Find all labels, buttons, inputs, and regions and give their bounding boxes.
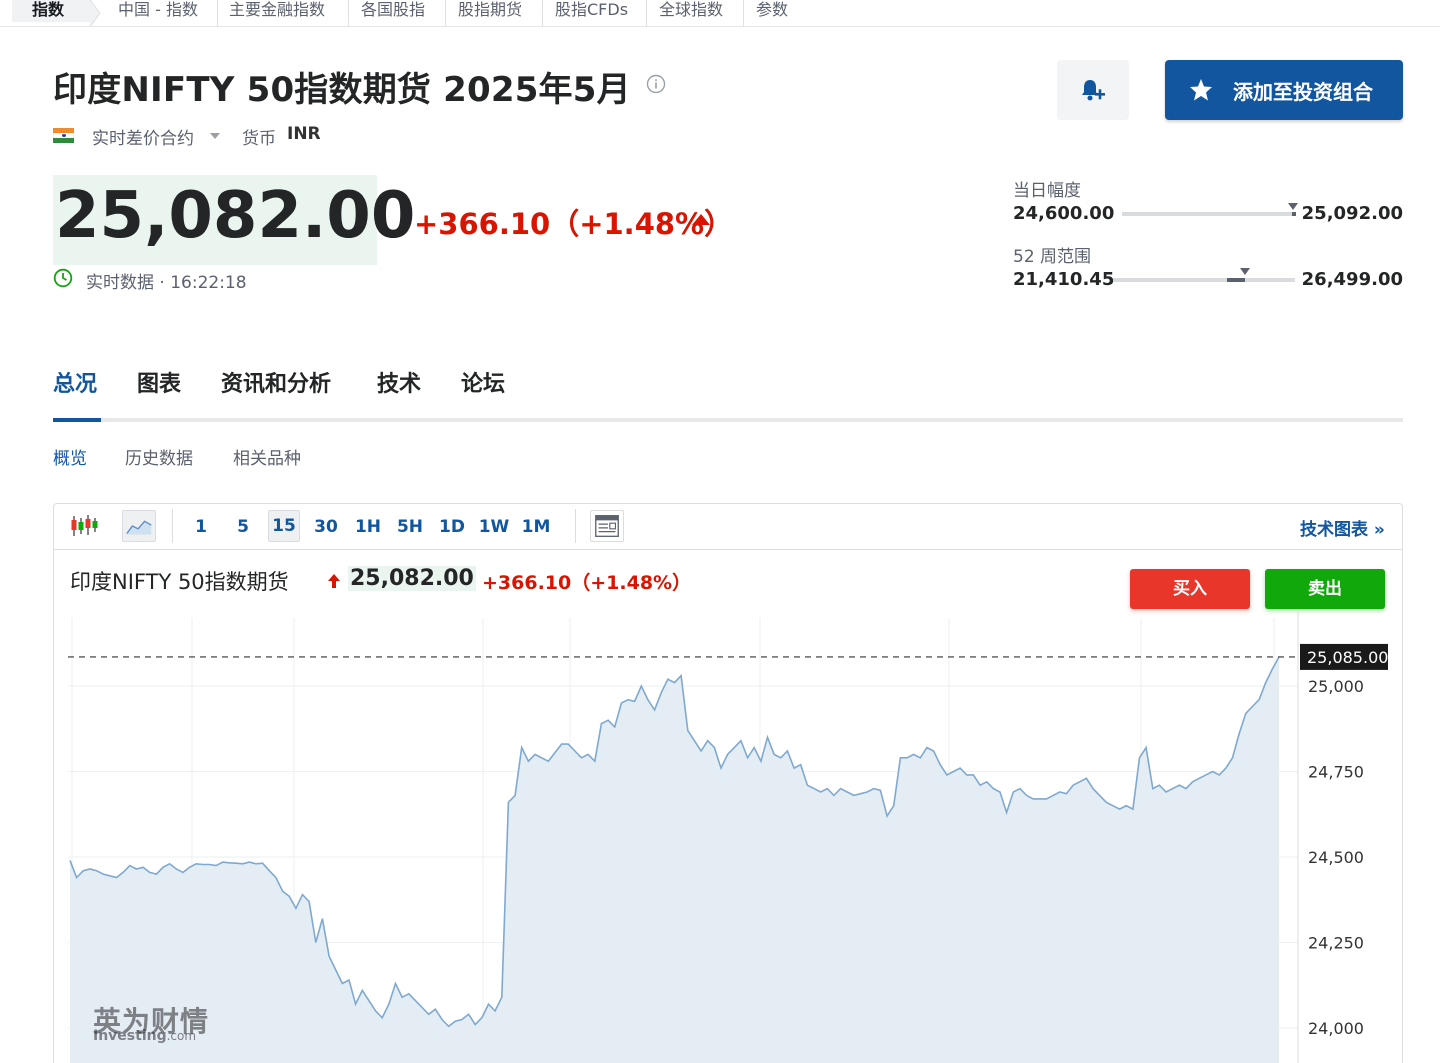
add-to-portfolio-button[interactable]: 添加至投资组合 bbox=[1165, 60, 1403, 120]
subtab-related[interactable]: 相关品种 bbox=[233, 444, 301, 469]
week52-range-label: 52 周范围 bbox=[1013, 247, 1092, 267]
page-title: 印度NIFTY 50指数期货 2025年5月 bbox=[53, 70, 631, 110]
week52-range-low: 21,410.45 bbox=[1013, 269, 1115, 290]
last-price: 25,082.00 bbox=[55, 179, 416, 253]
breadcrumb-item-major[interactable]: 主要金融指数 bbox=[217, 0, 337, 22]
india-flag-icon bbox=[53, 128, 74, 143]
day-range-bar bbox=[1122, 212, 1296, 216]
y-axis-tick-label: 24,000 bbox=[1308, 1019, 1364, 1038]
investing-watermark-logo: 英为财情 Investing.com bbox=[93, 1005, 210, 1044]
add-alert-button[interactable] bbox=[1057, 60, 1129, 120]
bell-plus-icon bbox=[1082, 80, 1105, 101]
subtab-overview[interactable]: 概览 bbox=[53, 444, 87, 469]
day-range-low: 24,600.00 bbox=[1013, 203, 1115, 224]
contract-type-dropdown[interactable]: 实时差价合约 bbox=[92, 124, 194, 149]
tab-divider bbox=[53, 418, 1403, 422]
tab-overview[interactable]: 总况 bbox=[53, 366, 97, 398]
timeframe-1[interactable]: 1 bbox=[185, 515, 217, 543]
timeframe-1d[interactable]: 1D bbox=[436, 515, 468, 543]
day-range-label: 当日幅度 bbox=[1013, 181, 1081, 201]
day-range-fill bbox=[1292, 212, 1296, 216]
y-axis-tick-label: 25,000 bbox=[1308, 677, 1364, 696]
breadcrumb-chevron-icon bbox=[89, 0, 101, 27]
timeframe-5[interactable]: 5 bbox=[227, 515, 259, 543]
day-range-high: 25,092.00 bbox=[1301, 203, 1403, 224]
breadcrumb-item-indices[interactable]: 指数 bbox=[12, 0, 92, 22]
breadcrumb-item-country[interactable]: 各国股指 bbox=[349, 0, 437, 22]
breadcrumb-item-global[interactable]: 全球指数 bbox=[647, 0, 735, 22]
tab-chart[interactable]: 图表 bbox=[137, 366, 181, 398]
y-axis-tick-label: 24,250 bbox=[1308, 934, 1364, 953]
buy-button[interactable]: 买入 bbox=[1130, 569, 1250, 609]
add-to-portfolio-label: 添加至投资组合 bbox=[1233, 80, 1373, 104]
layout-icon[interactable] bbox=[590, 510, 624, 542]
timeframe-1m[interactable]: 1M bbox=[520, 515, 552, 543]
clock-icon bbox=[53, 268, 73, 288]
tab-technical[interactable]: 技术 bbox=[377, 366, 421, 398]
timeframe-5h[interactable]: 5H bbox=[394, 515, 426, 543]
last-price-label: 25,085.00 bbox=[1307, 648, 1388, 667]
up-arrow-icon bbox=[692, 214, 710, 225]
breadcrumb-item-china[interactable]: 中国 - 指数 bbox=[106, 0, 210, 22]
subtab-historical[interactable]: 历史数据 bbox=[125, 444, 193, 469]
toolbar-divider bbox=[172, 509, 173, 543]
currency-label: 货币 bbox=[242, 129, 276, 149]
sell-button[interactable]: 卖出 bbox=[1265, 569, 1385, 609]
star-icon bbox=[1190, 79, 1212, 101]
breadcrumb-item-cfds[interactable]: 股指CFDs bbox=[543, 0, 640, 22]
breadcrumb-item-futures[interactable]: 股指期货 bbox=[446, 0, 534, 22]
timeframe-30[interactable]: 30 bbox=[310, 515, 342, 543]
week52-range-high: 26,499.00 bbox=[1301, 269, 1403, 290]
currency-value: INR bbox=[287, 124, 321, 144]
tab-forum[interactable]: 论坛 bbox=[461, 366, 505, 398]
price-change: +366.10（+1.48%） bbox=[414, 207, 734, 241]
timeframe-1w[interactable]: 1W bbox=[478, 515, 510, 543]
realtime-timestamp: 实时数据 · 16:22:18 bbox=[86, 273, 247, 293]
chart-instrument-name: 印度NIFTY 50指数期货 bbox=[70, 570, 289, 594]
technical-chart-link[interactable]: 技术图表 » bbox=[1300, 515, 1385, 540]
breadcrumb: 指数 中国 - 指数 主要金融指数 各国股指 股指期货 股指CFDs 全球指数 … bbox=[0, 0, 1440, 27]
candlestick-chart-icon[interactable] bbox=[66, 510, 100, 542]
week52-range-fill bbox=[1227, 278, 1245, 282]
tab-news-analysis[interactable]: 资讯和分析 bbox=[221, 366, 331, 398]
y-axis-tick-label: 24,750 bbox=[1308, 763, 1364, 782]
chevron-down-icon[interactable] bbox=[210, 133, 220, 139]
chart-price: 25,082.00 bbox=[348, 566, 476, 591]
info-icon[interactable] bbox=[646, 74, 666, 94]
y-axis-tick-label: 24,500 bbox=[1308, 848, 1364, 867]
timeframe-15[interactable]: 15 bbox=[268, 510, 300, 542]
up-arrow-icon bbox=[328, 574, 340, 588]
week52-range-bar bbox=[1113, 278, 1295, 282]
day-range-marker-icon bbox=[1288, 203, 1298, 210]
breadcrumb-item-params[interactable]: 参数 bbox=[744, 0, 800, 22]
toolbar-divider bbox=[575, 509, 576, 543]
chart-change: +366.10（+1.48%） bbox=[482, 572, 692, 594]
area-chart-icon[interactable] bbox=[122, 510, 156, 542]
price-area-chart[interactable]: 25,000 24,750 24,500 24,250 24,000 25,085.00 bbox=[54, 612, 1400, 1063]
tab-active-indicator bbox=[53, 418, 101, 422]
timeframe-1h[interactable]: 1H bbox=[352, 515, 384, 543]
week52-range-marker-icon bbox=[1240, 268, 1250, 275]
price-area-fill bbox=[70, 656, 1279, 1063]
